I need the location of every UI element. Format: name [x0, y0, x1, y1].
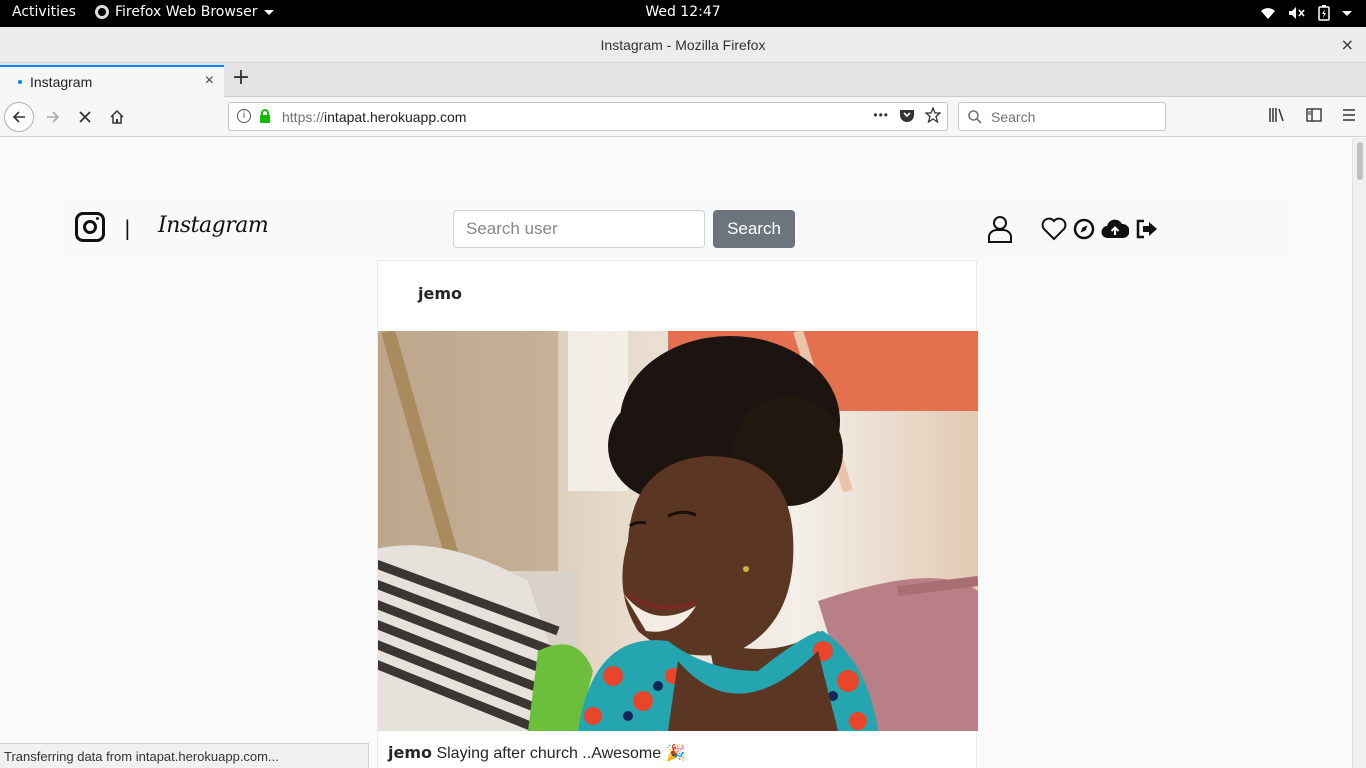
- post-image[interactable]: [378, 331, 978, 731]
- arrow-right-icon: [47, 111, 60, 123]
- tab-close-icon[interactable]: ×: [205, 72, 214, 90]
- arrow-left-icon: [12, 111, 25, 123]
- compass-explore-icon[interactable]: [1073, 218, 1095, 240]
- cloud-upload-icon[interactable]: [1101, 218, 1129, 240]
- post-username[interactable]: jemo: [418, 284, 462, 303]
- forward-button[interactable]: [38, 102, 68, 132]
- status-bar: Transferring data from intapat.herokuapp…: [0, 743, 369, 768]
- url-text[interactable]: https://intapat.herokuapp.com: [282, 109, 466, 125]
- loading-indicator-icon: [18, 80, 22, 84]
- page-viewport: | Instagram Search user Search jemo jemo…: [0, 138, 1352, 768]
- vertical-scrollbar[interactable]: [1352, 138, 1366, 768]
- new-tab-button[interactable]: +: [229, 67, 253, 91]
- hamburger-menu-icon[interactable]: [1342, 108, 1356, 122]
- post-caption: jemo Slaying after church ..Awesome 🎉: [388, 743, 686, 763]
- scrollbar-thumb[interactable]: [1357, 142, 1363, 180]
- app-menu-label: Firefox Web Browser: [115, 4, 258, 20]
- lock-icon[interactable]: [259, 108, 271, 124]
- post-card: jemo jemo Slaying after church ..Awesome…: [377, 260, 978, 768]
- clock[interactable]: Wed 12:47: [645, 4, 720, 20]
- pocket-icon[interactable]: [899, 107, 915, 123]
- search-icon: [968, 110, 982, 124]
- firefox-icon: [95, 5, 109, 19]
- url-bar[interactable]: i https://intapat.herokuapp.com •••: [228, 102, 948, 131]
- system-menu-chevron-icon: [1342, 10, 1352, 16]
- gnome-top-bar: Activities Firefox Web Browser Wed 12:47: [0, 0, 1366, 27]
- home-icon: [110, 109, 124, 124]
- caption-text: Slaying after church ..Awesome 🎉: [436, 745, 686, 762]
- header-separator: |: [124, 216, 131, 240]
- library-icon[interactable]: [1268, 107, 1286, 123]
- sidebar-icon[interactable]: [1306, 108, 1322, 122]
- back-button[interactable]: [4, 102, 34, 132]
- tab-label: Instagram: [30, 74, 93, 90]
- user-profile-icon[interactable]: [987, 215, 1013, 243]
- post-photo-illustration: [378, 331, 978, 731]
- instagram-wordmark[interactable]: Instagram: [158, 213, 269, 238]
- volume-muted-icon: [1289, 7, 1305, 19]
- navigation-toolbar: i https://intapat.herokuapp.com ••• Sear…: [0, 97, 1366, 137]
- window-titlebar: Instagram - Mozilla Firefox ×: [0, 27, 1366, 63]
- window-close-button[interactable]: ×: [1341, 35, 1354, 54]
- search-user-input[interactable]: Search user: [453, 210, 705, 248]
- tab-strip: Instagram × +: [0, 63, 1366, 97]
- browser-search-bar[interactable]: Search: [958, 102, 1166, 131]
- bookmark-star-icon[interactable]: [925, 107, 941, 123]
- instagram-logo-icon[interactable]: [75, 212, 105, 242]
- window-title: Instagram - Mozilla Firefox: [600, 37, 766, 53]
- search-bar-placeholder: Search: [991, 109, 1036, 125]
- search-button[interactable]: Search: [713, 210, 795, 248]
- heart-icon[interactable]: [1041, 217, 1067, 241]
- stop-x-icon: [79, 111, 91, 123]
- caption-username[interactable]: jemo: [388, 743, 432, 762]
- wifi-icon: [1261, 8, 1275, 19]
- info-icon[interactable]: i: [237, 109, 251, 123]
- tab-instagram[interactable]: Instagram ×: [0, 65, 224, 97]
- app-menu[interactable]: Firefox Web Browser: [95, 4, 274, 20]
- system-tray[interactable]: [1260, 5, 1352, 21]
- home-button[interactable]: [102, 102, 132, 132]
- sign-out-icon[interactable]: [1135, 218, 1159, 240]
- activities-button[interactable]: Activities: [12, 4, 76, 20]
- stop-button[interactable]: [70, 102, 100, 132]
- page-actions-button[interactable]: •••: [873, 108, 889, 122]
- instagram-header: | Instagram Search user Search: [62, 200, 1294, 258]
- battery-icon: [1318, 5, 1330, 21]
- chevron-down-icon: [263, 9, 274, 15]
